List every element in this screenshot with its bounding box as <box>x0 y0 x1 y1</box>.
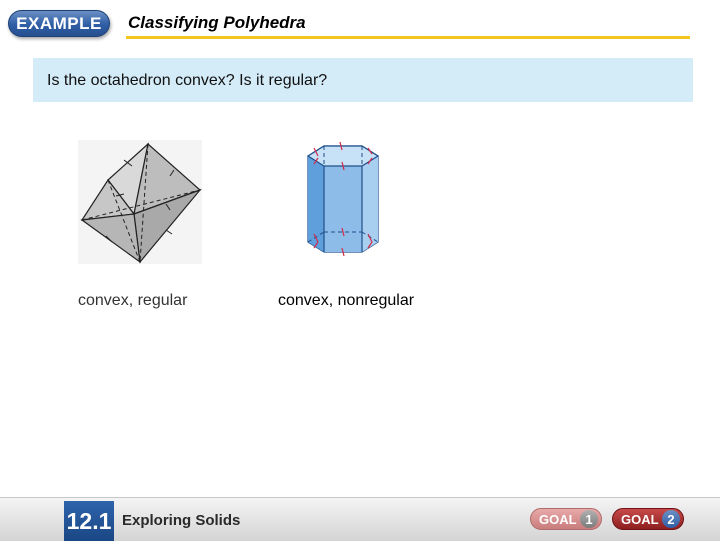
caption-octahedron: convex, regular <box>78 292 188 309</box>
goal-2-label: GOAL <box>621 511 659 527</box>
lesson-name: Exploring Solids <box>122 512 241 529</box>
page-title: Classifying Polyhedra <box>128 13 306 32</box>
lesson-number-badge: 12.1 <box>64 501 114 541</box>
footer-bar: 12.1 Exploring Solids GOAL 1 GOAL 2 <box>0 497 720 541</box>
goal-1-button[interactable]: GOAL 1 <box>530 508 602 530</box>
example-badge: EXAMPLE <box>8 10 110 37</box>
goal-1-number: 1 <box>580 510 598 528</box>
hexagonal-prism-icon <box>306 141 380 256</box>
octahedron-icon <box>78 140 202 264</box>
goal-2-button[interactable]: GOAL 2 <box>612 508 684 530</box>
question-text: Is the octahedron convex? Is it regular? <box>47 72 328 89</box>
goal-1-label: GOAL <box>539 511 577 527</box>
goal-2-number: 2 <box>662 510 680 528</box>
caption-prism: convex, nonregular <box>278 292 415 309</box>
title-underline <box>126 36 690 39</box>
question-panel: Is the octahedron convex? Is it regular? <box>33 58 693 102</box>
